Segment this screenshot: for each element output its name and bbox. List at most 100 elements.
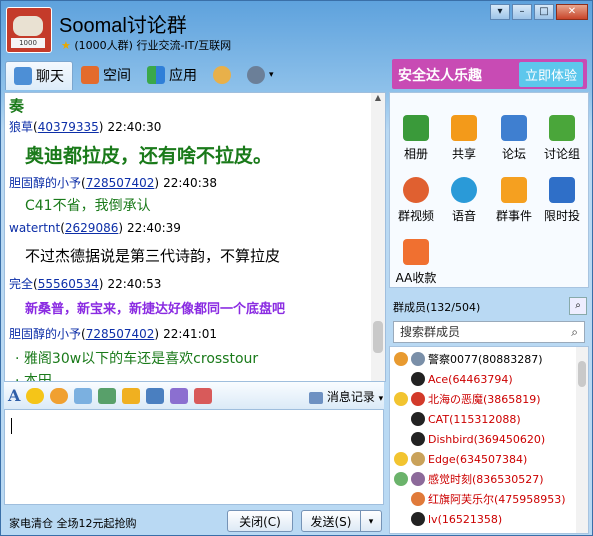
group-info: (1000人群) 行业交流-IT/互联网 [74,39,232,52]
member-name: 感觉时刻(836530527) [428,473,544,486]
message-header: watertnt(2629086) 22:40:39 [9,221,181,235]
member-search-input[interactable]: 搜索群成员 ⌕ [393,321,585,343]
member-name: Ace(64463794) [428,372,513,386]
window-title: Soomal讨论群 [59,15,187,37]
send-options-button[interactable]: ▾ [360,510,382,532]
sender-name[interactable]: 胆固醇的小予 [9,327,81,341]
owner-icon [394,352,408,366]
app-aa-payment[interactable]: AA收款 [392,239,440,286]
avatar [411,412,425,426]
message-list[interactable]: 奏 狼草(40379335) 22:40:30 奥迪都拉皮，还有啥不拉皮。 胆固醇… [4,92,386,382]
list-item[interactable]: Dishbird(369450620) [394,429,545,449]
tab-space[interactable]: 空间 [73,61,139,89]
maximize-button[interactable]: □ [534,4,554,20]
sender-qq[interactable]: 2629086 [65,221,118,235]
scroll-thumb[interactable] [373,321,383,353]
emoji-icon[interactable] [26,387,45,404]
add-user-icon [213,66,231,84]
mark-icon[interactable] [194,387,213,404]
message-time: 22:40:38 [163,176,218,190]
font-icon[interactable]: A [8,386,20,405]
tab-apps[interactable]: 应用 [139,61,205,89]
app-label: 群事件 [495,209,532,223]
list-item[interactable]: CAT(115312088) [394,409,521,429]
sender-qq[interactable]: 728507402 [86,176,155,190]
message-body: 不过杰德据说是第三代诗韵，不算拉皮 [25,247,281,265]
window-controls: ▾ – □ ✕ [490,4,588,20]
send-button[interactable]: 发送(S) [301,510,361,532]
app-forum[interactable]: 论坛 [490,115,538,162]
member-list[interactable]: 警察0077(80883287) Ace(64463794) 北海の恶魔(386… [389,346,589,534]
app-discussion[interactable]: 讨论组 [538,115,586,162]
close-button[interactable]: 关闭(C) [227,510,293,532]
image-icon[interactable] [98,387,117,404]
settings-button[interactable]: ▾ [239,61,282,89]
promo-button[interactable]: 立即体验 [518,62,583,87]
tab-chat[interactable]: 聊天 [5,61,73,90]
promo-text: 安全达人乐趣 [398,68,482,84]
list-item[interactable]: 感觉时刻(836530527) [394,469,544,489]
app-label: 相册 [403,147,428,161]
avatar [411,512,425,526]
history-button[interactable]: 消息记录 ▾ [309,388,383,405]
add-member-button[interactable] [205,61,239,89]
magic-emoji-icon[interactable] [50,387,69,404]
scroll-up-icon[interactable]: ▲ [371,93,385,105]
avatar [411,472,425,486]
member-name: lv(16521358) [428,512,503,526]
group-avatar[interactable]: 1000 [6,7,52,53]
admin-star-icon [394,452,408,466]
screenshot-icon[interactable] [122,387,141,404]
minimize-button[interactable]: – [512,4,532,20]
app-share[interactable]: 共享 [440,115,488,162]
list-item[interactable]: Edge(634507384) [394,449,527,469]
message-input[interactable] [4,409,384,505]
app-events[interactable]: 群事件 [490,177,538,224]
member-scrollbar[interactable] [576,347,588,533]
chevron-down-icon: ▾ [378,394,384,404]
menu-icon[interactable]: ▾ [490,4,510,20]
search-icon[interactable]: ⌕ [569,297,587,315]
sender-qq[interactable]: 728507402 [86,327,155,341]
promo-banner[interactable]: 安全达人乐趣 立即体验 [392,59,587,89]
voice-icon [451,177,477,203]
app-label: 群视频 [397,209,434,223]
scroll-thumb[interactable] [578,361,586,387]
forum-icon [501,115,527,141]
admin-star-icon [394,392,408,406]
message-body: · 雅阁30w以下的车还是喜欢crosstour [15,351,259,367]
footer-ad[interactable]: 家电清仓 全场12元起抢购 [9,515,137,531]
message-header: 胆固醇的小予(728507402) 22:40:38 [9,176,218,190]
member-name: 警察0077(80883287) [428,353,543,366]
sender-name[interactable]: 狼草 [9,120,33,134]
app-video[interactable]: 群视频 [392,177,440,224]
vote-icon[interactable] [170,387,189,404]
chevron-down-icon: ▾ [269,70,274,80]
shake-icon[interactable] [74,387,93,404]
avatar [411,392,425,406]
app-vote[interactable]: 限时投 [538,177,586,224]
sender-qq[interactable]: 55560534 [38,277,99,291]
sender-name[interactable]: 胆固醇的小予 [9,176,81,190]
app-voice[interactable]: 语音 [440,177,488,224]
sender-name[interactable]: watertnt [9,221,60,235]
list-item[interactable]: 警察0077(80883287) [394,349,543,369]
chat-scrollbar[interactable]: ▲ [371,93,385,381]
app-label: 论坛 [501,147,526,161]
avatar [411,372,425,386]
text-caret [11,418,12,434]
star-icon: ★ [61,39,71,52]
screen-share-icon[interactable] [146,387,165,404]
sender-name[interactable]: 完全 [9,277,33,291]
members-count: 群成员(132/504) [393,301,481,314]
close-window-button[interactable]: ✕ [556,4,588,20]
sender-qq[interactable]: 40379335 [38,120,99,134]
list-item[interactable]: lv(16521358) [394,509,502,529]
chat-icon [14,67,32,85]
list-item[interactable]: 北海の恶魔(3865819) [394,389,541,409]
app-album[interactable]: 相册 [392,115,440,162]
message-time: 22:40:53 [107,277,162,291]
calendar-icon [501,177,527,203]
list-item[interactable]: Ace(64463794) [394,369,513,389]
list-item[interactable]: 红旗阿芙乐尔(475958953) [394,489,566,509]
